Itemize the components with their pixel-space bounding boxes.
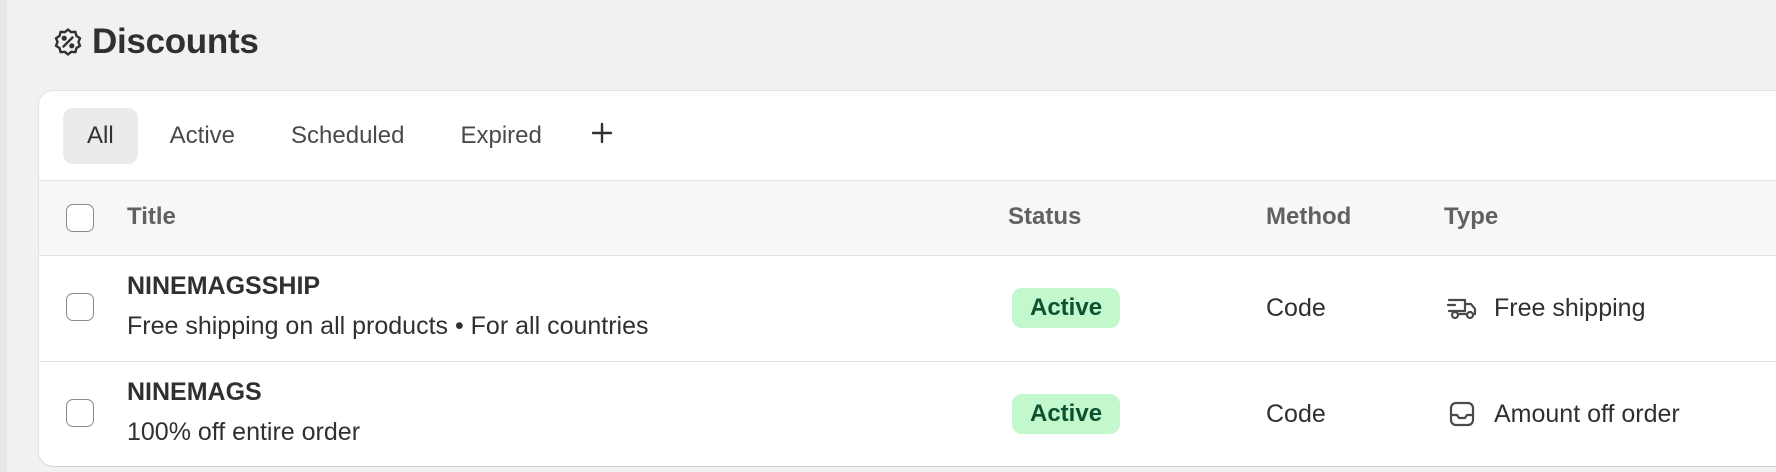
tab-active[interactable]: Active [146, 108, 259, 164]
filter-tabs: All Active Scheduled Expired [39, 91, 1776, 181]
table-row[interactable]: NINEMAGS 100% off entire order Active Co… [39, 362, 1776, 466]
plus-icon [590, 121, 614, 150]
discount-title[interactable]: NINEMAGSSHIP [127, 272, 320, 301]
discount-title[interactable]: NINEMAGS [127, 378, 262, 407]
tab-expired[interactable]: Expired [436, 108, 565, 164]
status-badge: Active [1012, 288, 1121, 328]
method-value: Code [1266, 294, 1326, 322]
column-header-method[interactable]: Method [1266, 203, 1351, 231]
type-cell: Amount off order [1444, 392, 1680, 436]
table-row[interactable]: NINEMAGSSHIP Free shipping on all produc… [39, 256, 1776, 362]
delivery-truck-icon [1444, 290, 1480, 326]
method-value: Code [1266, 400, 1326, 428]
column-header-type[interactable]: Type [1444, 203, 1498, 231]
discount-badge-icon [52, 26, 84, 58]
column-header-title[interactable]: Title [127, 203, 176, 231]
page-header: Discounts [52, 20, 259, 64]
select-all-checkbox[interactable] [66, 204, 94, 232]
discounts-card: All Active Scheduled Expired Title Statu… [39, 91, 1776, 466]
discount-description: 100% off entire order [127, 418, 361, 446]
page-title: Discounts [92, 22, 259, 61]
row-checkbox[interactable] [66, 293, 94, 321]
discount-description: Free shipping on all products • For all … [127, 312, 649, 340]
status-badge: Active [1012, 394, 1121, 434]
type-cell: Free shipping [1444, 286, 1645, 330]
order-tray-icon [1444, 396, 1480, 432]
tab-scheduled[interactable]: Scheduled [267, 108, 428, 164]
column-header-status[interactable]: Status [1008, 203, 1081, 231]
type-label: Amount off order [1494, 399, 1680, 428]
tab-all[interactable]: All [63, 107, 138, 164]
add-view-button[interactable] [574, 108, 630, 164]
sidebar-edge [0, 0, 7, 472]
table-header: Title Status Method Type [39, 181, 1776, 256]
type-label: Free shipping [1494, 293, 1646, 322]
row-checkbox[interactable] [66, 399, 94, 427]
